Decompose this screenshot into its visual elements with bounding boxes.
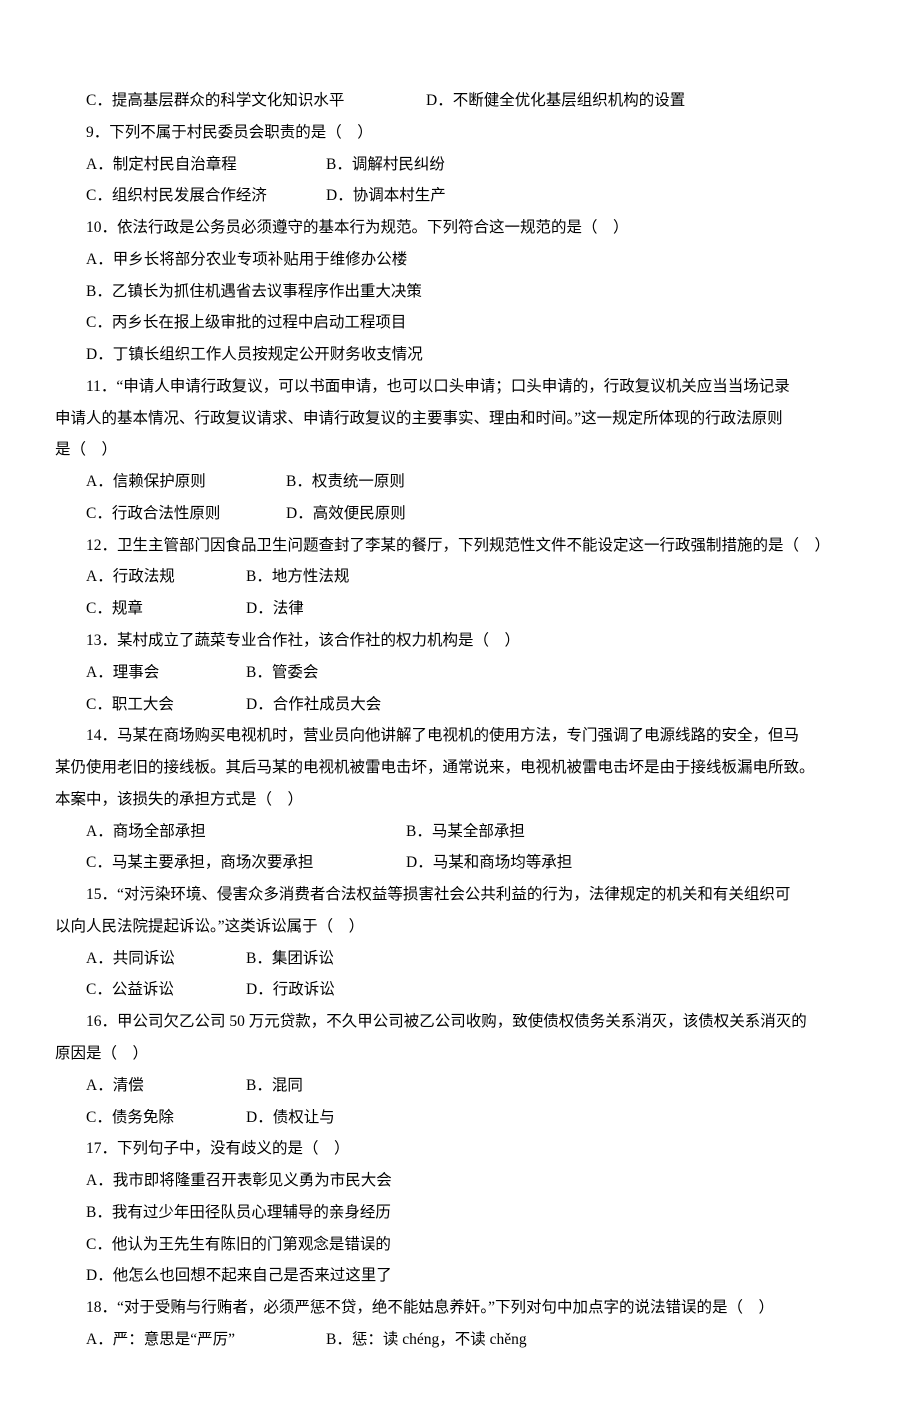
q14-row-cd: C．马某主要承担，商场次要承担 D．马某和商场均等承担 — [55, 847, 865, 879]
q15-stem-l1: 15．“对污染环境、侵害众多消费者合法权益等损害社会公共利益的行为，法律规定的机… — [55, 879, 865, 911]
q14-stem-l3: 本案中，该损失的承担方式是（ ） — [55, 784, 865, 816]
q10-option-a: A．甲乡长将部分农业专项补贴用于维修办公楼 — [55, 244, 865, 276]
q17-stem: 17．下列句子中，没有歧义的是（ ） — [55, 1133, 865, 1165]
q16-row-ab: A．清偿 B．混同 — [55, 1070, 865, 1102]
q18-option-b: B．惩：读 chéng，不读 chěng — [326, 1324, 527, 1356]
q18-stem: 18．“对于受贿与行贿者，必须严惩不贷，绝不能姑息养奸。”下列对句中加点字的说法… — [55, 1292, 865, 1324]
q12-row-cd: C．规章 D．法律 — [55, 593, 865, 625]
q16-option-d: D．债权让与 — [246, 1102, 335, 1134]
q15-option-c: C．公益诉讼 — [86, 974, 246, 1006]
q14-stem-l2: 某仍使用老旧的接线板。其后马某的电视机被雷电击坏，通常说来，电视机被雷电击坏是由… — [55, 752, 865, 784]
q11-option-d: D．高效便民原则 — [286, 498, 406, 530]
q17-option-b: B．我有过少年田径队员心理辅导的亲身经历 — [55, 1197, 865, 1229]
q16-option-a: A．清偿 — [86, 1070, 246, 1102]
q11-row-ab: A．信赖保护原则 B．权责统一原则 — [55, 466, 865, 498]
q8-option-d: D．不断健全优化基层组织机构的设置 — [426, 85, 685, 117]
q15-stem-l2: 以向人民法院提起诉讼。”这类诉讼属于（ ） — [55, 911, 865, 943]
q13-row-cd: C．职工大会 D．合作社成员大会 — [55, 689, 865, 721]
q9-option-c: C．组织村民发展合作经济 — [86, 180, 326, 212]
q15-row-cd: C．公益诉讼 D．行政诉讼 — [55, 974, 865, 1006]
q9-option-b: B．调解村民纠纷 — [326, 149, 445, 181]
q10-option-c: C．丙乡长在报上级审批的过程中启动工程项目 — [55, 307, 865, 339]
q14-option-c: C．马某主要承担，商场次要承担 — [86, 847, 406, 879]
q15-option-d: D．行政诉讼 — [246, 974, 335, 1006]
q9-stem: 9．下列不属于村民委员会职责的是（ ） — [55, 117, 865, 149]
q17-option-d: D．他怎么也回想不起来自己是否来过这里了 — [55, 1260, 865, 1292]
q17-option-c: C．他认为王先生有陈旧的门第观念是错误的 — [55, 1229, 865, 1261]
q11-row-cd: C．行政合法性原则 D．高效便民原则 — [55, 498, 865, 530]
q14-row-ab: A．商场全部承担 B．马某全部承担 — [55, 816, 865, 848]
q14-stem-l1: 14．马某在商场购买电视机时，营业员向他讲解了电视机的使用方法，专门强调了电源线… — [55, 720, 865, 752]
q11-stem-l3: 是（ ） — [55, 434, 865, 466]
q15-option-b: B．集团诉讼 — [246, 943, 334, 975]
q17-option-a: A．我市即将隆重召开表彰见义勇为市民大会 — [55, 1165, 865, 1197]
q8-options-cd: C．提高基层群众的科学文化知识水平 D．不断健全优化基层组织机构的设置 — [55, 85, 865, 117]
q12-row-ab: A．行政法规 B．地方性法规 — [55, 561, 865, 593]
q9-row-ab: A．制定村民自治章程 B．调解村民纠纷 — [55, 149, 865, 181]
q11-option-a: A．信赖保护原则 — [86, 466, 286, 498]
q13-option-a: A．理事会 — [86, 657, 246, 689]
q9-option-d: D．协调本村生产 — [326, 180, 446, 212]
q16-stem-l1: 16．甲公司欠乙公司 50 万元贷款，不久甲公司被乙公司收购，致使债权债务关系消… — [55, 1006, 865, 1038]
q9-option-a: A．制定村民自治章程 — [86, 149, 326, 181]
q12-option-c: C．规章 — [86, 593, 246, 625]
q14-option-d: D．马某和商场均等承担 — [406, 847, 572, 879]
q16-option-b: B．混同 — [246, 1070, 303, 1102]
q9-row-cd: C．组织村民发展合作经济 D．协调本村生产 — [55, 180, 865, 212]
q11-option-c: C．行政合法性原则 — [86, 498, 286, 530]
q10-option-d: D．丁镇长组织工作人员按规定公开财务收支情况 — [55, 339, 865, 371]
q18-option-a: A．严：意思是“严厉” — [86, 1324, 326, 1356]
q13-row-ab: A．理事会 B．管委会 — [55, 657, 865, 689]
q11-option-b: B．权责统一原则 — [286, 466, 405, 498]
q16-option-c: C．债务免除 — [86, 1102, 246, 1134]
q8-option-c: C．提高基层群众的科学文化知识水平 — [86, 85, 426, 117]
q12-option-a: A．行政法规 — [86, 561, 246, 593]
q10-stem: 10．依法行政是公务员必须遵守的基本行为规范。下列符合这一规范的是（ ） — [55, 212, 865, 244]
q12-option-d: D．法律 — [246, 593, 304, 625]
q12-stem: 12．卫生主管部门因食品卫生问题查封了李某的餐厅，下列规范性文件不能设定这一行政… — [55, 530, 865, 562]
q12-option-b: B．地方性法规 — [246, 561, 349, 593]
q15-row-ab: A．共同诉讼 B．集团诉讼 — [55, 943, 865, 975]
q14-option-a: A．商场全部承担 — [86, 816, 406, 848]
q11-stem-l1: 11．“申请人申请行政复议，可以书面申请，也可以口头申请；口头申请的，行政复议机… — [55, 371, 865, 403]
q13-option-c: C．职工大会 — [86, 689, 246, 721]
q18-row-ab: A．严：意思是“严厉” B．惩：读 chéng，不读 chěng — [55, 1324, 865, 1356]
q16-row-cd: C．债务免除 D．债权让与 — [55, 1102, 865, 1134]
q13-option-b: B．管委会 — [246, 657, 318, 689]
q11-stem-l2: 申请人的基本情况、行政复议请求、申请行政复议的主要事实、理由和时间。”这一规定所… — [55, 403, 865, 435]
q16-stem-l2: 原因是（ ） — [55, 1038, 865, 1070]
q14-option-b: B．马某全部承担 — [406, 816, 525, 848]
q13-stem: 13．某村成立了蔬菜专业合作社，该合作社的权力机构是（ ） — [55, 625, 865, 657]
q13-option-d: D．合作社成员大会 — [246, 689, 381, 721]
q10-option-b: B．乙镇长为抓住机遇省去议事程序作出重大决策 — [55, 276, 865, 308]
q15-option-a: A．共同诉讼 — [86, 943, 246, 975]
